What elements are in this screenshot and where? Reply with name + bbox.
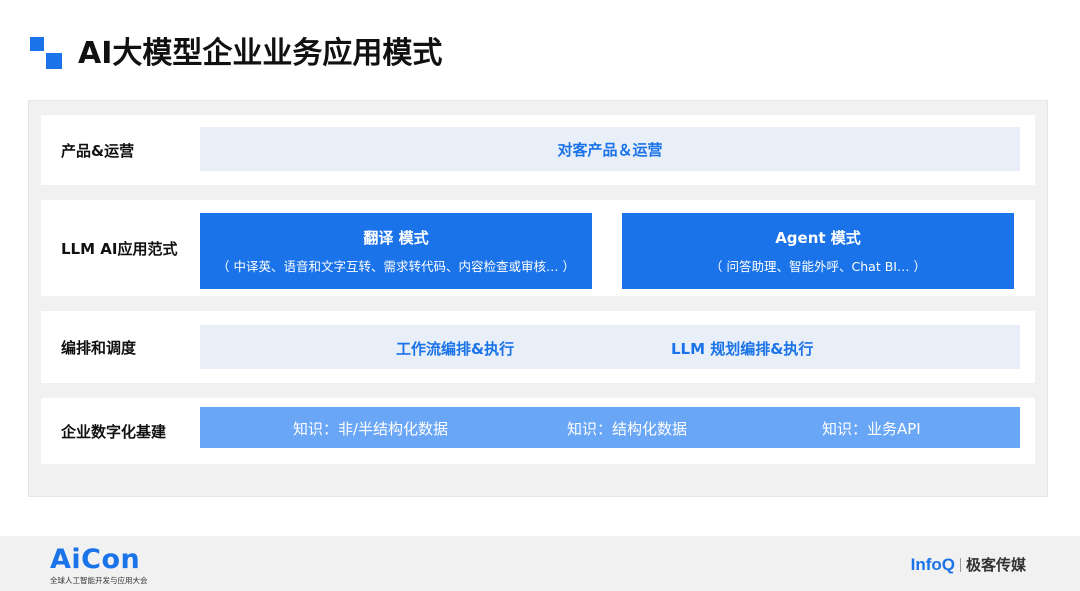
- aicon-wordmark: AiCon: [50, 544, 141, 575]
- aicon-logo: AiCon 全球人工智能开发与应用大会: [50, 546, 148, 586]
- agent-mode-title: Agent 模式: [775, 229, 861, 247]
- translate-mode-box: 翻译 模式 （ 中译英、语音和文字互转、需求转代码、内容检查或审核… ）: [200, 213, 592, 289]
- footer: AiCon 全球人工智能开发与应用大会 InfoQ 极客传媒: [0, 536, 1080, 591]
- logo-divider: [959, 557, 961, 572]
- layer-row-orchestration: 编排和调度 工作流编排&执行 LLM 规划编排&执行: [41, 311, 1035, 383]
- translate-mode-title: 翻译 模式: [363, 229, 429, 247]
- layer-row-ops: 产品&运营 对客产品＆运营: [41, 115, 1035, 185]
- ops-bar-text: 对客产品＆运营: [557, 140, 663, 159]
- layer-label-ops: 产品&运营: [61, 141, 135, 160]
- layer-row-llm: LLM AI应用范式 翻译 模式 （ 中译英、语音和文字互转、需求转代码、内容检…: [41, 200, 1035, 296]
- title-square-icon: [46, 53, 62, 69]
- layer-row-infra: 企业数字化基建 知识：非/半结构化数据 知识：结构化数据 知识：业务API: [41, 398, 1035, 464]
- unstructured-knowledge-text: 知识：非/半结构化数据: [293, 420, 449, 438]
- infoq-chinese-name: 极客传媒: [965, 556, 1026, 574]
- ops-bar: 对客产品＆运营: [200, 127, 1020, 171]
- llm-planning-text: LLM 规划编排&执行: [671, 340, 814, 358]
- infoq-wordmark: InfoQ: [910, 554, 955, 574]
- orchestration-bar: 工作流编排&执行 LLM 规划编排&执行: [200, 325, 1020, 369]
- business-api-text: 知识：业务API: [822, 420, 921, 438]
- agent-mode-examples: （ 问答助理、智能外呼、Chat BI… ）: [710, 259, 926, 274]
- layer-label-llm: LLM AI应用范式: [61, 239, 178, 258]
- translate-mode-examples: （ 中译英、语音和文字互转、需求转代码、内容检查或审核… ）: [217, 259, 575, 274]
- workflow-orchestration-text: 工作流编排&执行: [396, 340, 515, 358]
- page-title: AI大模型企业业务应用模式: [78, 36, 443, 71]
- layer-label-orchestration: 编排和调度: [61, 338, 137, 357]
- title-square-icon: [30, 37, 44, 51]
- agent-mode-box: Agent 模式 （ 问答助理、智能外呼、Chat BI… ）: [622, 213, 1014, 289]
- structured-knowledge-text: 知识：结构化数据: [567, 420, 688, 438]
- infoq-logo: InfoQ 极客传媒: [911, 554, 1026, 575]
- architecture-panel: 产品&运营 对客产品＆运营 LLM AI应用范式 翻译 模式 （ 中译英、语音和…: [28, 100, 1048, 497]
- aicon-subtitle: 全球人工智能开发与应用大会: [50, 576, 148, 585]
- layer-label-infra: 企业数字化基建: [61, 422, 167, 441]
- infra-bar: 知识：非/半结构化数据 知识：结构化数据 知识：业务API: [200, 407, 1020, 448]
